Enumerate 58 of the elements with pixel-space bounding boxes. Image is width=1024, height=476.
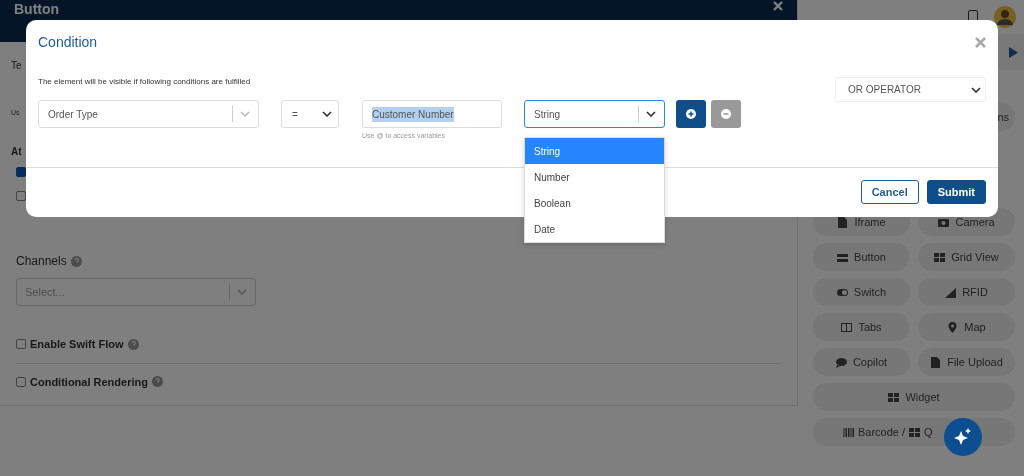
columns-icon: [841, 321, 853, 333]
help-icon: [151, 376, 163, 388]
field-label: Channels: [16, 253, 67, 270]
help-icon: [70, 255, 82, 267]
add-button[interactable]: [676, 100, 706, 128]
palette-item[interactable]: RFID: [918, 278, 1015, 306]
palette-item[interactable]: Copilot: [813, 348, 910, 376]
avatar-icon[interactable]: [994, 6, 1016, 28]
camera-icon: [938, 216, 950, 228]
toggle-icon: [836, 286, 848, 298]
dropdown-option[interactable]: Date: [525, 216, 664, 242]
sparkle-icon: [953, 427, 973, 447]
cancel-button[interactable]: Cancel: [860, 180, 919, 204]
logic-operator-select[interactable]: OR OPERATOR: [835, 77, 986, 102]
button-icon: [837, 251, 849, 263]
palette-item[interactable]: Grid View: [918, 243, 1015, 271]
chevron-down-icon: [237, 289, 247, 295]
palette-item[interactable]: Widget: [813, 383, 1015, 411]
field-select[interactable]: Order Type: [38, 100, 259, 128]
signal-icon: [945, 286, 957, 298]
grid-icon: [909, 426, 921, 438]
palette-item[interactable]: Button: [813, 243, 910, 271]
plus-circle-icon: [686, 109, 696, 119]
help-icon: [127, 338, 139, 350]
file-icon: [930, 356, 942, 368]
chevron-down-icon: [971, 86, 981, 93]
remove-button[interactable]: [711, 100, 741, 128]
operator-select[interactable]: =: [281, 100, 339, 128]
section-title: At: [11, 145, 22, 159]
dialog-title: Condition: [38, 33, 98, 52]
palette-item[interactable]: Switch: [813, 278, 910, 306]
palette-item[interactable]: Map: [918, 313, 1015, 341]
option-label: Conditional Rendering: [30, 374, 148, 390]
option-label: Enable Swift Flow: [30, 337, 124, 352]
chevron-down-icon: [322, 111, 332, 117]
grid-icon: [888, 391, 900, 403]
panel-title: Button: [14, 1, 60, 18]
checkbox[interactable]: [16, 339, 26, 350]
map-pin-icon: [947, 321, 959, 333]
grid-icon: [934, 251, 946, 263]
submit-button[interactable]: Submit: [926, 180, 986, 204]
hint-text: The element will be visible if following conditions are fulfilled: [38, 76, 252, 88]
palette-item[interactable]: Tabs: [813, 313, 910, 341]
dropdown-option[interactable]: String: [525, 138, 664, 164]
dropdown-option[interactable]: Boolean: [525, 190, 664, 216]
palette-item[interactable]: File Upload: [918, 348, 1015, 376]
type-select[interactable]: String: [524, 100, 665, 128]
chevron-down-icon: [240, 111, 250, 117]
dropdown-option[interactable]: Number: [525, 164, 664, 190]
value-input[interactable]: Customer Number: [362, 100, 502, 128]
checkbox[interactable]: [16, 376, 26, 387]
minus-circle-icon: [721, 109, 731, 119]
chevron-down-icon: [646, 111, 656, 117]
label-text: Te: [11, 59, 22, 73]
close-icon[interactable]: [975, 37, 986, 48]
barcode-icon: [843, 426, 854, 438]
chat-bubble-icon: [835, 356, 847, 368]
play-icon[interactable]: [1009, 46, 1018, 58]
